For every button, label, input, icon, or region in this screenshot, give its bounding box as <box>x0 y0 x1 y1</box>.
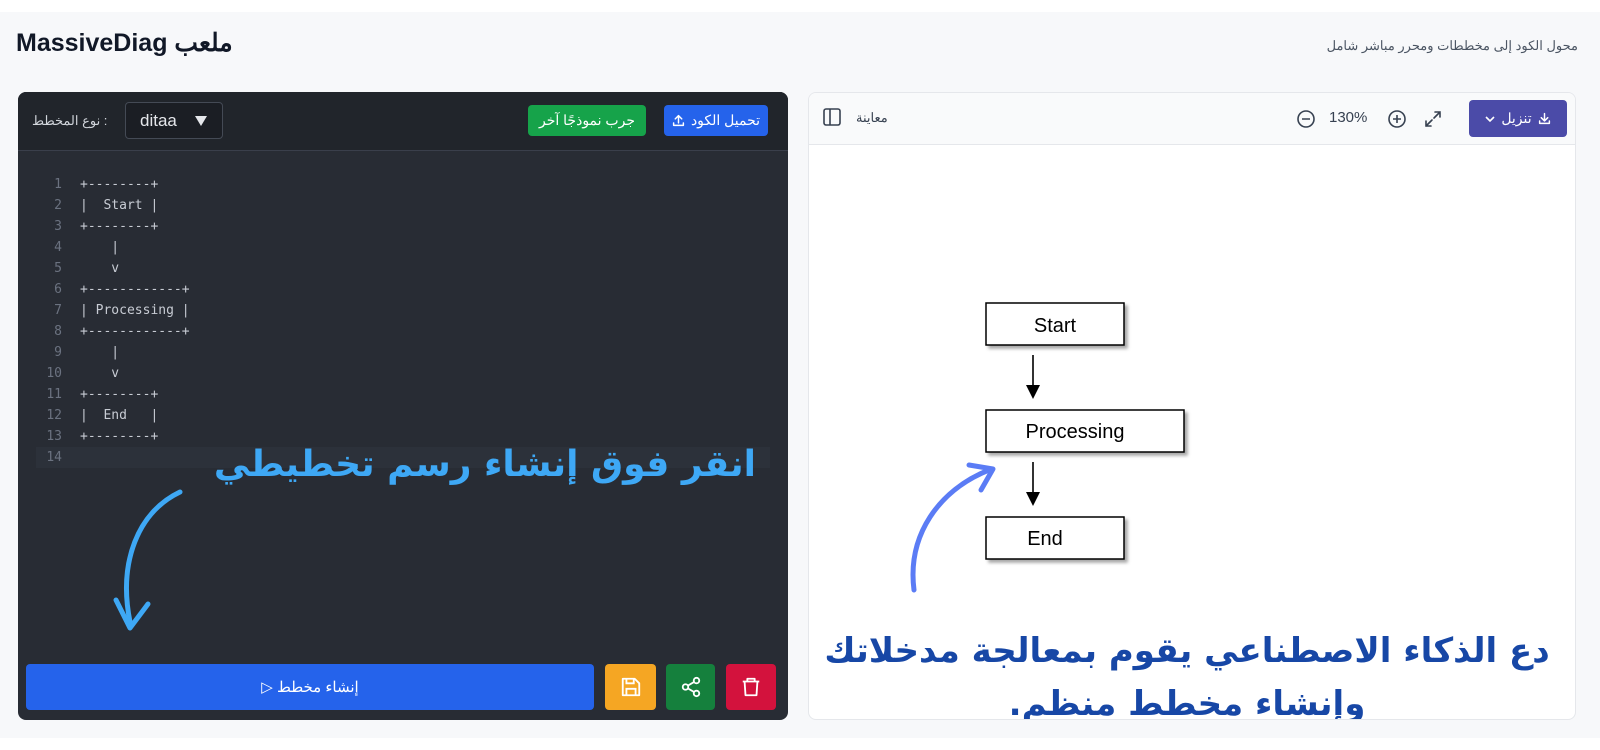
upload-code-label: تحميل الكود <box>690 112 761 128</box>
create-diagram-label: ▷ إنشاء مخطط <box>261 679 359 696</box>
line-number: 11 <box>46 387 62 402</box>
processing-box: Processing <box>985 409 1185 453</box>
line-number: 6 <box>54 282 62 297</box>
code-text: +--------+ <box>80 177 159 192</box>
code-line: 2 | Start | <box>36 195 770 216</box>
flow-arrow-1 <box>1026 355 1040 399</box>
code-line: 8 +------------+ <box>36 321 770 342</box>
curved-arrow-right-icon <box>910 462 996 593</box>
app-tagline: محول الكود إلى مخططات ومحرر مباشر شامل <box>1326 38 1578 53</box>
code-text: +------------+ <box>80 282 190 297</box>
try-sample-label: جرب نموذجًا آخر <box>539 112 635 128</box>
start-box: Start <box>985 302 1125 346</box>
processing-box-label: Processing <box>1026 421 1125 443</box>
diagram-type-value: ditaa <box>140 110 177 130</box>
line-number: 3 <box>54 219 62 234</box>
code-text: v <box>80 261 120 276</box>
line-number: 4 <box>54 240 62 255</box>
code-text: +--------+ <box>80 387 159 402</box>
code-text: | <box>80 240 120 255</box>
code-text: v <box>80 366 120 381</box>
code-text: | <box>80 345 120 360</box>
preview-toolbar: معاينة 130% تنزيل <box>809 93 1575 145</box>
line-number: 10 <box>46 366 62 381</box>
diagram-type-label: : نوع المخطط <box>32 113 108 128</box>
download-icon <box>1538 112 1550 125</box>
save-icon <box>621 677 640 697</box>
code-line: 10 v <box>36 363 770 384</box>
code-line: 12 | End | <box>36 405 770 426</box>
try-sample-button[interactable]: جرب نموذجًا آخر <box>528 105 646 136</box>
diagram-type-select[interactable]: ditaa <box>125 102 223 139</box>
code-line: 5 v <box>36 258 770 279</box>
preview-panel: معاينة 130% تنزيل Start Processing End د… <box>808 92 1576 720</box>
code-line: 3 +--------+ <box>36 216 770 237</box>
upload-code-button[interactable]: تحميل الكود <box>664 105 768 136</box>
create-diagram-annotation: انقر فوق إنشاء رسم تخطيطي <box>213 444 756 485</box>
editor-actions: ▷ إنشاء مخطط <box>18 662 788 720</box>
code-text: | Processing | <box>80 303 190 318</box>
download-button[interactable]: تنزيل <box>1469 100 1567 137</box>
line-number: 8 <box>54 324 62 339</box>
end-box-label: End <box>1027 528 1063 550</box>
delete-button[interactable] <box>726 664 776 710</box>
code-line: 4 | <box>36 237 770 258</box>
line-number: 7 <box>54 303 62 318</box>
create-diagram-button[interactable]: ▷ إنشاء مخطط <box>26 664 594 710</box>
start-box-label: Start <box>1034 315 1077 337</box>
end-box: End <box>985 516 1125 560</box>
zoom-level: 130% <box>1329 109 1368 126</box>
line-number: 12 <box>46 408 62 423</box>
zoom-out-icon[interactable] <box>1296 109 1316 129</box>
line-number: 2 <box>54 198 62 213</box>
code-line: 7 | Processing | <box>36 300 770 321</box>
dropdown-arrow-icon <box>195 115 207 126</box>
code-text: +--------+ <box>80 219 159 234</box>
upload-icon <box>672 114 685 127</box>
line-number: 13 <box>46 429 62 444</box>
code-text: | End | <box>80 408 159 423</box>
zoom-in-icon[interactable] <box>1387 109 1407 129</box>
line-number: 14 <box>46 450 62 465</box>
save-button[interactable] <box>605 664 656 710</box>
code-line: 11 +--------+ <box>36 384 770 405</box>
line-number: 1 <box>54 177 62 192</box>
chevron-down-icon <box>1485 115 1495 122</box>
curved-arrow-icon <box>113 489 183 631</box>
code-text: +--------+ <box>80 429 159 444</box>
share-icon <box>681 676 700 698</box>
ai-annotation: دع الذكاء الاصطناعي يقوم بمعالجة مدخلاتك… <box>817 625 1557 720</box>
line-number: 5 <box>54 261 62 276</box>
code-editor-panel: : نوع المخطط ditaa جرب نموذجًا آخر تحميل… <box>18 92 788 720</box>
trash-icon <box>742 677 760 697</box>
ai-annotation-line1: دع الذكاء الاصطناعي يقوم بمعالجة مدخلاتك <box>824 631 1550 671</box>
code-line: 6 +------------+ <box>36 279 770 300</box>
share-button[interactable] <box>666 664 715 710</box>
sidebar-toggle-icon[interactable] <box>823 108 841 126</box>
code-line: 9 | <box>36 342 770 363</box>
fullscreen-icon[interactable] <box>1423 109 1443 129</box>
ai-annotation-line2: وإنشاء مخطط منظم. <box>1008 684 1366 720</box>
code-text: +------------+ <box>80 324 190 339</box>
flow-arrow-2 <box>1026 462 1040 506</box>
editor-toolbar: : نوع المخطط ditaa جرب نموذجًا آخر تحميل… <box>18 92 788 151</box>
download-label: تنزيل <box>1501 110 1532 126</box>
code-line: 1 +--------+ <box>36 174 770 195</box>
preview-label: معاينة <box>856 110 888 125</box>
app-title: MassiveDiag ملعب <box>16 29 233 57</box>
code-text-area[interactable]: 1 +--------+ 2 | Start | 3 +--------+ 4 | 5 v 6 +… <box>36 174 770 468</box>
line-number: 9 <box>54 345 62 360</box>
app-page: MassiveDiag ملعب محول الكود إلى مخططات و… <box>0 12 1600 738</box>
code-text: | Start | <box>80 198 159 213</box>
